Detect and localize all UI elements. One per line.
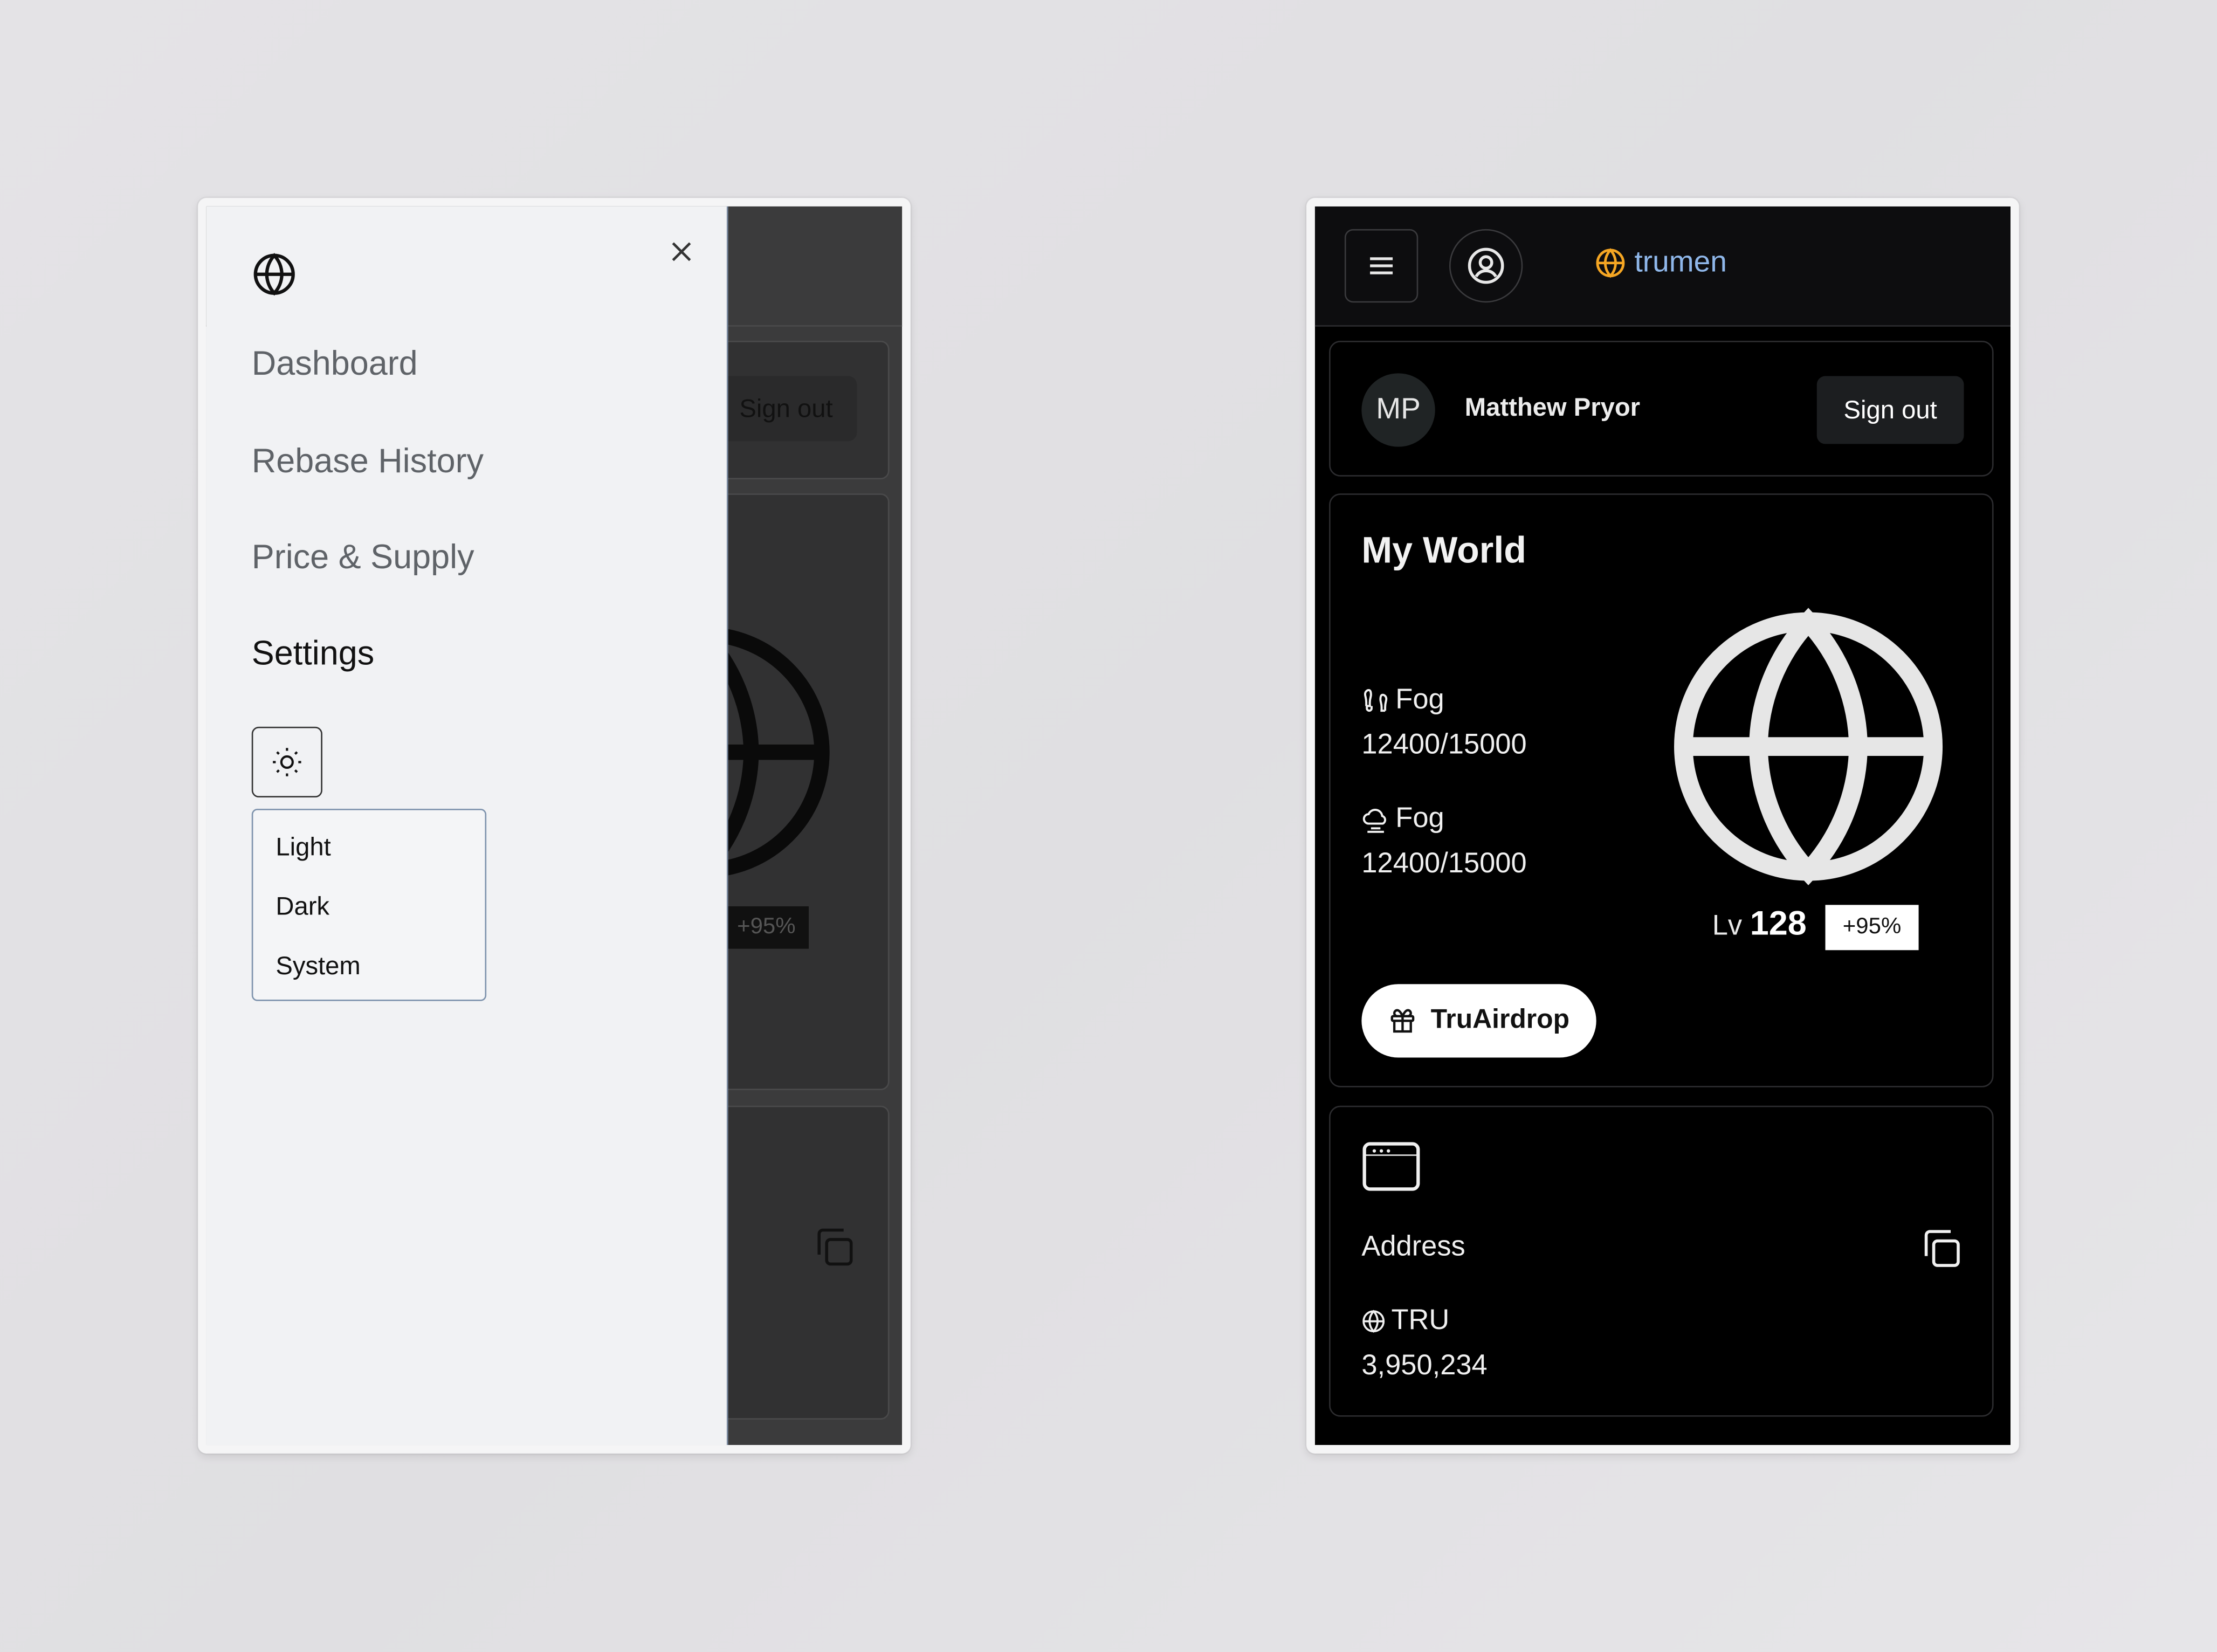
cloud-fog-icon xyxy=(1362,808,1386,832)
ghost-copy-icon xyxy=(811,1224,857,1277)
globe-icon xyxy=(1362,1310,1385,1333)
stat-value-fog-2: 12400/15000 xyxy=(1361,848,1527,880)
globe-icon xyxy=(252,252,297,304)
avatar: MP xyxy=(1361,373,1435,447)
truairdrop-button[interactable]: TruAirdrop xyxy=(1361,984,1596,1058)
user-card: MP Matthew Pryor Sign out xyxy=(1329,340,1994,477)
hamburger-icon xyxy=(1370,257,1393,274)
footprints-icon xyxy=(1364,688,1388,711)
theme-option-dark[interactable]: Dark xyxy=(276,892,329,922)
stat-value-fog-1: 12400/15000 xyxy=(1361,729,1527,761)
browser-window-icon xyxy=(1361,1141,1421,1199)
world-title: My World xyxy=(1361,528,1526,572)
right-phone-screen: trumen MP Matthew Pryor Sign out My Worl… xyxy=(1314,206,2011,1446)
left-phone-frame: Sign out +95% Dashboard Rebase History P… xyxy=(198,198,911,1454)
ghost-level-badge: +95% xyxy=(724,906,809,949)
copy-address-button[interactable] xyxy=(1919,1226,1964,1278)
stat-label-fog-2: Fog xyxy=(1361,803,1444,836)
close-drawer-button[interactable] xyxy=(665,235,699,269)
sign-out-button[interactable]: Sign out xyxy=(1816,376,1964,444)
dashboard: trumen MP Matthew Pryor Sign out My Worl… xyxy=(1314,206,2011,1446)
nav-item-dashboard[interactable]: Dashboard xyxy=(252,345,418,384)
nav-item-rebase-history[interactable]: Rebase History xyxy=(252,443,484,482)
canvas: Sign out +95% Dashboard Rebase History P… xyxy=(0,0,2217,1651)
stat-label-text: Fog xyxy=(1395,803,1444,835)
stat-label-text: Fog xyxy=(1395,684,1444,715)
ghost-address-card xyxy=(701,1105,890,1420)
level-value: 128 xyxy=(1750,905,1807,944)
token-value: 3,950,234 xyxy=(1361,1350,1488,1382)
world-card: My World Fog 12400/15000 Fog 12400/15000… xyxy=(1329,493,1994,1087)
gift-icon xyxy=(1390,1009,1415,1033)
top-bar: trumen xyxy=(1314,206,2011,327)
address-card: Address TRU 3,950,234 xyxy=(1329,1105,1994,1417)
close-icon xyxy=(672,242,691,261)
theme-dropdown-menu: Light Dark System xyxy=(251,809,487,1001)
brand-globe-icon xyxy=(1596,248,1625,278)
navigation-drawer: Dashboard Rebase History Price & Supply … xyxy=(206,206,728,1446)
theme-option-system[interactable]: System xyxy=(276,952,360,981)
left-phone-screen: Sign out +95% Dashboard Rebase History P… xyxy=(206,206,903,1446)
user-circle-icon xyxy=(1468,247,1504,284)
theme-toggle-button[interactable] xyxy=(251,726,322,798)
brand-name: trumen xyxy=(1634,246,1727,279)
token-label: TRU xyxy=(1361,1305,1449,1337)
theme-option-light[interactable]: Light xyxy=(276,833,331,863)
stat-label-fog-1: Fog xyxy=(1361,684,1444,717)
menu-button[interactable] xyxy=(1344,229,1419,303)
token-name: TRU xyxy=(1391,1305,1450,1337)
sun-icon xyxy=(273,748,301,776)
world-globe-icon xyxy=(1658,597,1958,904)
level-prefix: Lv xyxy=(1712,910,1743,942)
profile-button[interactable] xyxy=(1449,229,1523,303)
user-name: Matthew Pryor xyxy=(1464,393,1641,422)
brand-link[interactable]: trumen xyxy=(1595,246,1727,280)
address-label: Address xyxy=(1361,1231,1465,1263)
nav-item-settings[interactable]: Settings xyxy=(252,635,374,674)
nav-item-price-supply[interactable]: Price & Supply xyxy=(252,539,474,578)
copy-icon xyxy=(1924,1230,1960,1267)
truairdrop-label: TruAirdrop xyxy=(1430,1005,1570,1035)
level-badge: +95% xyxy=(1825,905,1919,951)
level-display: Lv 128 xyxy=(1712,905,1807,944)
right-phone-frame: trumen MP Matthew Pryor Sign out My Worl… xyxy=(1306,198,2019,1454)
ghost-sign-out-button: Sign out xyxy=(715,376,857,442)
